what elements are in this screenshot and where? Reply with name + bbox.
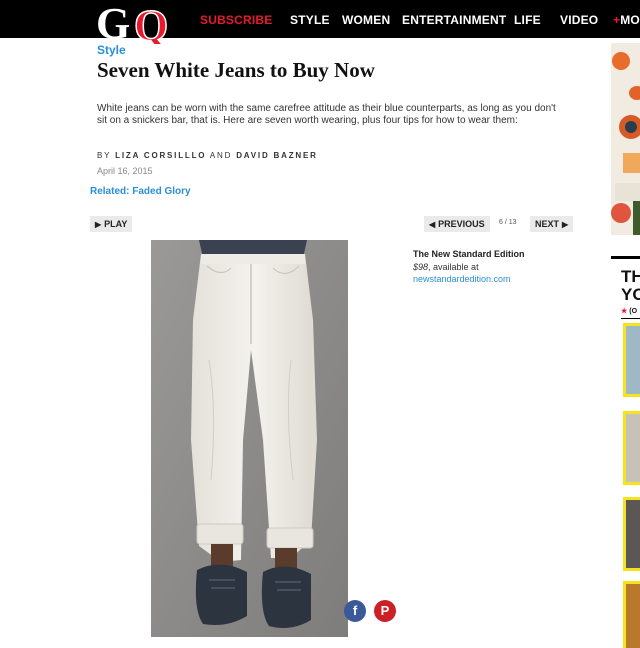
- facebook-icon: f: [352, 603, 358, 618]
- product-photo: [151, 240, 348, 637]
- play-label: PLAY: [104, 219, 128, 229]
- nav-video-link[interactable]: VIDEO: [560, 13, 598, 27]
- ad-artwork: [611, 43, 640, 235]
- article-title: Seven White Jeans to Buy Now: [97, 58, 375, 82]
- section-kicker-link[interactable]: Style: [97, 43, 126, 57]
- publish-date: April 16, 2015: [97, 166, 153, 176]
- byline-prefix: BY: [97, 151, 112, 160]
- white-jeans-illustration: [151, 240, 348, 637]
- product-price-line: $98, available at: [413, 262, 479, 272]
- sidebar-heading-line-1: TH: [621, 267, 640, 286]
- sidebar-ad-image[interactable]: [611, 43, 640, 235]
- author-link-2[interactable]: DAVID BAZNER: [236, 151, 317, 160]
- nav-life-link[interactable]: LIFE: [514, 13, 541, 27]
- author-link-1[interactable]: LIZA CORSILLLO: [115, 151, 206, 160]
- sidebar-promo-box: TH YO ★ (O: [611, 256, 640, 648]
- nav-more-link[interactable]: +MO: [613, 13, 640, 27]
- byline: BY LIZA CORSILLLO AND DAVID BAZNER: [97, 151, 318, 160]
- sidebar-heading-line-2: YO: [621, 285, 640, 304]
- article-dek: White jeans can be worn with the same ca…: [97, 103, 556, 126]
- sidebar-thumbnail[interactable]: [623, 581, 640, 648]
- related-link[interactable]: Related: Faded Glory: [90, 186, 191, 197]
- sidebar-thumbnail[interactable]: [623, 411, 640, 485]
- retailer-link[interactable]: newstandardedition.com: [413, 274, 511, 284]
- play-icon: ▶: [95, 220, 102, 229]
- sidebar-divider: [621, 318, 640, 319]
- nav-subscribe-link[interactable]: SUBSCRIBE: [200, 13, 272, 27]
- availability-text: , available at: [428, 262, 479, 272]
- nav-women-link[interactable]: WOMEN: [342, 13, 390, 27]
- nav-entertainment-link[interactable]: ENTERTAINMENT: [402, 13, 506, 27]
- star-icon: ★: [621, 308, 628, 315]
- previous-label: PREVIOUS: [438, 219, 485, 229]
- pinterest-icon: P: [380, 603, 390, 618]
- previous-arrow-icon: ◀: [429, 220, 436, 229]
- next-button[interactable]: NEXT ▶: [530, 216, 574, 232]
- sidebar-subheading-text: (O: [629, 308, 638, 315]
- facebook-share-button[interactable]: f: [344, 600, 366, 622]
- byline-and: AND: [209, 151, 233, 160]
- nav-style-link[interactable]: STYLE: [290, 13, 330, 27]
- next-label: NEXT: [535, 219, 560, 229]
- pinterest-share-button[interactable]: P: [374, 600, 396, 622]
- nav-more-label: MO: [620, 13, 640, 27]
- sidebar-thumbnail[interactable]: [623, 323, 640, 397]
- sidebar-subheading: ★ (O: [621, 307, 637, 315]
- product-name: The New Standard Edition: [413, 249, 525, 259]
- play-button[interactable]: ▶ PLAY: [90, 216, 133, 232]
- product-price: $98: [413, 262, 429, 272]
- gq-logo[interactable]: G Q: [94, 0, 180, 44]
- previous-button[interactable]: ◀ PREVIOUS: [424, 216, 490, 232]
- svg-text:Q: Q: [134, 1, 168, 44]
- top-nav-bar: G Q SUBSCRIBE STYLE WOMEN ENTERTAINMENT …: [0, 0, 640, 44]
- sidebar-thumbnail[interactable]: [623, 497, 640, 571]
- slide-counter: 6 / 13: [499, 219, 517, 226]
- svg-text:G: G: [96, 0, 130, 44]
- next-arrow-icon: ▶: [562, 220, 569, 229]
